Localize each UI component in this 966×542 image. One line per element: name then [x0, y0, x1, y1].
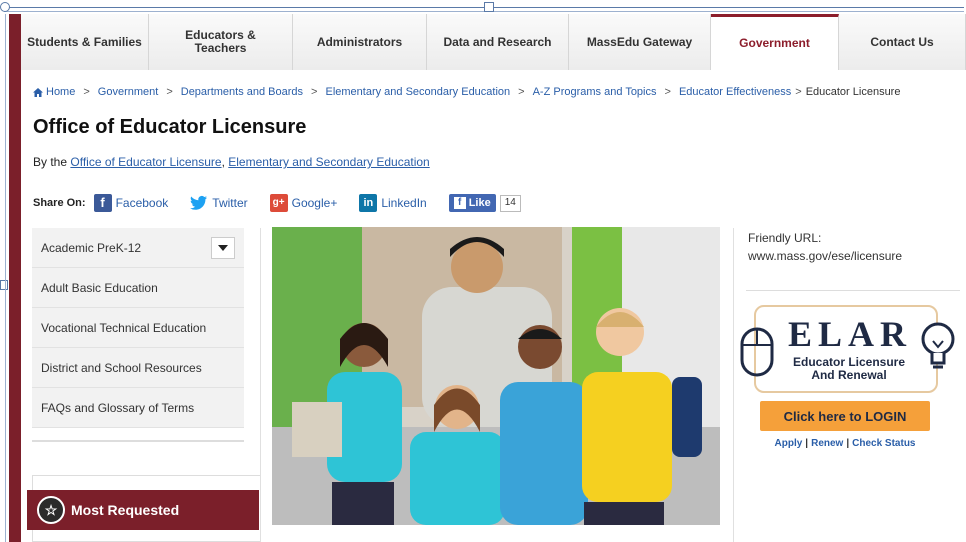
page-edge-bar — [9, 14, 21, 542]
selection-border-left — [5, 14, 6, 542]
hero-photo — [272, 227, 720, 525]
sidebar-item-faqs[interactable]: FAQs and Glossary of Terms — [32, 388, 244, 428]
breadcrumb-az-programs[interactable]: A-Z Programs and Topics — [533, 86, 657, 98]
breadcrumb-separator: > — [795, 86, 802, 98]
login-button[interactable]: Click here to LOGIN — [760, 401, 930, 431]
main-nav: Students & Families Educators & Teachers… — [21, 14, 966, 70]
apply-link[interactable]: Apply — [775, 438, 803, 449]
breadcrumb-departments[interactable]: Departments and Boards — [181, 86, 303, 98]
like-button[interactable]: f Like — [448, 194, 496, 212]
sidebar-divider — [32, 440, 244, 442]
breadcrumb-current: Educator Licensure — [805, 86, 901, 98]
most-requested-label: Most Requested — [71, 502, 180, 518]
breadcrumb-separator: > — [664, 86, 671, 98]
facebook-icon: f — [453, 197, 466, 209]
byline: By the Office of Educator Licensure, Ele… — [33, 155, 430, 169]
nav-contact-us[interactable]: Contact Us — [839, 14, 966, 70]
share-googleplus[interactable]: g+ Google+ — [269, 194, 338, 212]
share-bar: Share On: f Facebook Twitter g+ Google+ … — [33, 191, 521, 215]
sidebar-item-vocational[interactable]: Vocational Technical Education — [32, 308, 244, 348]
lightbulb-icon — [921, 322, 955, 369]
breadcrumb-home[interactable]: Home — [46, 86, 75, 98]
dropdown-toggle[interactable] — [211, 236, 235, 259]
nav-label: Administrators — [316, 34, 403, 49]
column-divider — [260, 228, 261, 542]
resize-handle-topleft[interactable] — [0, 2, 10, 12]
facebook-like-widget[interactable]: f Like 14 — [448, 194, 521, 212]
share-facebook-label: Facebook — [115, 196, 169, 210]
byline-separator: , — [221, 155, 225, 169]
left-sidebar: Academic PreK-12 Adult Basic Education V… — [32, 228, 244, 428]
sidebar-item-academic-prek12[interactable]: Academic PreK-12 — [32, 228, 244, 268]
most-requested-header[interactable]: ☆ Most Requested — [27, 490, 259, 530]
nav-administrators[interactable]: Administrators — [293, 14, 427, 70]
link-separator: | — [846, 438, 850, 449]
breadcrumb-separator: > — [311, 86, 318, 98]
friendly-url-block: Friendly URL: www.mass.gov/ese/licensure — [748, 229, 902, 265]
breadcrumb-separator: > — [83, 86, 90, 98]
nav-educators-teachers[interactable]: Educators & Teachers — [149, 14, 293, 70]
share-linkedin[interactable]: in LinkedIn — [359, 194, 427, 212]
elar-widget: ELAR Educator Licensure And Renewal Clic… — [738, 303, 960, 453]
page-title: Office of Educator Licensure — [33, 116, 307, 138]
breadcrumb-separator: > — [518, 86, 525, 98]
link-separator: | — [805, 438, 809, 449]
star-icon: ☆ — [37, 496, 65, 524]
byline-prefix: By the — [33, 155, 68, 169]
sidebar-item-label: Vocational Technical Education — [41, 320, 207, 335]
nav-label: MassEdu Gateway — [586, 34, 693, 49]
elar-links: Apply | Renew | Check Status — [760, 438, 930, 449]
resize-handle-left[interactable] — [0, 280, 8, 290]
like-label: Like — [468, 197, 491, 209]
nav-label: Educators & Teachers — [185, 28, 256, 55]
resize-handle-top[interactable] — [484, 2, 494, 12]
column-divider — [733, 228, 734, 542]
nav-label: Contact Us — [870, 34, 934, 49]
nav-label: Data and Research — [443, 34, 552, 49]
breadcrumb-separator: > — [166, 86, 173, 98]
nav-government[interactable]: Government — [711, 14, 839, 70]
sidebar-item-district-resources[interactable]: District and School Resources — [32, 348, 244, 388]
nav-massedu-gateway[interactable]: MassEdu Gateway — [569, 14, 711, 70]
like-count: 14 — [499, 194, 521, 212]
share-label: Share On: — [33, 197, 86, 209]
sidebar-item-adult-basic[interactable]: Adult Basic Education — [32, 268, 244, 308]
renew-link[interactable]: Renew — [811, 438, 843, 449]
twitter-icon — [190, 195, 208, 210]
sidebar-item-label: Academic PreK-12 — [41, 240, 142, 255]
share-linkedin-label: LinkedIn — [381, 196, 427, 210]
nav-label: Government — [739, 36, 810, 50]
nav-data-research[interactable]: Data and Research — [427, 14, 569, 70]
breadcrumb-educator-effectiveness[interactable]: Educator Effectiveness — [679, 86, 791, 98]
facebook-icon: f — [93, 194, 112, 212]
elar-subtitle: Educator Licensure And Renewal — [774, 356, 924, 382]
byline-link-oel[interactable]: Office of Educator Licensure — [70, 155, 221, 169]
linkedin-icon: in — [359, 194, 378, 212]
share-googleplus-label: Google+ — [291, 196, 338, 210]
byline-link-ese[interactable]: Elementary and Secondary Education — [228, 155, 429, 169]
sidebar-item-label: Adult Basic Education — [41, 280, 158, 295]
friendly-url-value[interactable]: www.mass.gov/ese/licensure — [748, 247, 902, 265]
chevron-down-icon — [218, 244, 228, 251]
share-facebook[interactable]: f Facebook — [93, 194, 169, 212]
right-divider — [746, 290, 960, 291]
googleplus-icon: g+ — [269, 194, 288, 212]
breadcrumb-ese[interactable]: Elementary and Secondary Education — [325, 86, 510, 98]
sidebar-item-label: FAQs and Glossary of Terms — [41, 400, 195, 415]
nav-label: Students & Families — [27, 34, 142, 49]
mouse-icon — [740, 327, 774, 377]
check-status-link[interactable]: Check Status — [852, 438, 915, 449]
nav-students-families[interactable]: Students & Families — [21, 14, 149, 70]
friendly-url-label: Friendly URL: — [748, 231, 822, 245]
elar-subtitle-line2: And Renewal — [811, 368, 887, 382]
sidebar-item-label: District and School Resources — [41, 360, 202, 375]
home-icon — [33, 87, 43, 97]
breadcrumb-government[interactable]: Government — [98, 86, 159, 98]
share-twitter-label: Twitter — [212, 196, 248, 210]
share-twitter[interactable]: Twitter — [190, 195, 248, 211]
elar-logo-text: ELAR — [788, 314, 913, 354]
breadcrumb: Home > Government > Departments and Boar… — [33, 86, 900, 98]
